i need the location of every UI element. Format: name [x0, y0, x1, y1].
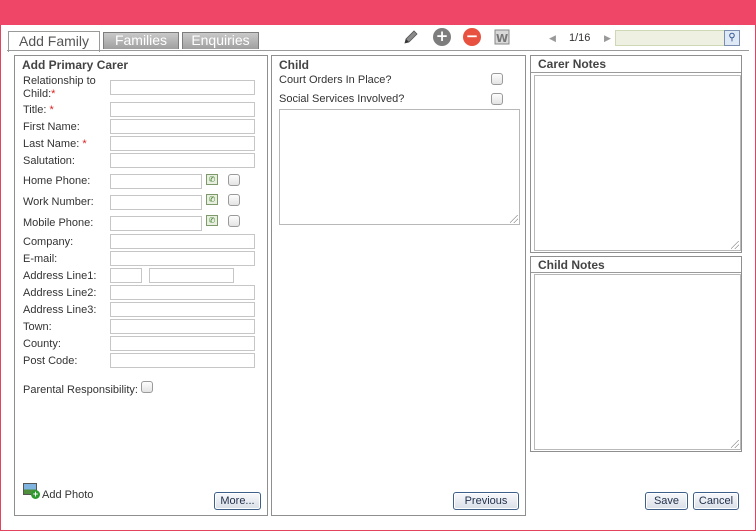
- company-label: Company:: [23, 236, 74, 248]
- title-field[interactable]: [110, 102, 255, 117]
- address-line1-number-field[interactable]: [110, 268, 142, 283]
- divider: [531, 272, 741, 273]
- address-line2-field[interactable]: [110, 285, 255, 300]
- search-input[interactable]: [615, 30, 725, 46]
- address-line2-label: Address Line2:: [23, 287, 97, 299]
- county-field[interactable]: [110, 336, 255, 351]
- salutation-label: Salutation:: [23, 155, 75, 167]
- svg-text:W: W: [496, 32, 508, 45]
- work-number-field[interactable]: [110, 195, 202, 210]
- title-bar: [0, 0, 756, 25]
- tab-enquiries[interactable]: Enquiries: [182, 32, 259, 49]
- salutation-field[interactable]: [110, 153, 255, 168]
- social-services-checkbox[interactable]: [491, 93, 503, 105]
- first-name-label: First Name:: [23, 121, 80, 133]
- last-name-field[interactable]: [110, 136, 255, 151]
- save-button[interactable]: Save: [645, 492, 688, 510]
- address-line3-label: Address Line3:: [23, 304, 97, 316]
- first-name-field[interactable]: [110, 119, 255, 134]
- word-document-icon[interactable]: W: [492, 27, 512, 47]
- plus-circle-icon[interactable]: +: [432, 27, 452, 47]
- town-label: Town:: [23, 321, 52, 333]
- more-button[interactable]: More...: [214, 492, 261, 510]
- parental-responsibility-checkbox[interactable]: [141, 381, 153, 393]
- work-number-checkbox[interactable]: [228, 194, 240, 206]
- post-code-field[interactable]: [110, 353, 255, 368]
- email-label: E-mail:: [23, 253, 58, 265]
- home-phone-field[interactable]: [110, 174, 202, 189]
- add-photo-link[interactable]: Add Photo: [42, 489, 93, 501]
- email-field[interactable]: [110, 251, 255, 266]
- carer-notes-textarea[interactable]: [534, 75, 741, 251]
- mobile-phone-field[interactable]: [110, 216, 202, 231]
- home-phone-label: Home Phone:: [23, 175, 91, 187]
- tab-add-family[interactable]: Add Family: [8, 31, 100, 52]
- child-notes-field[interactable]: [534, 274, 741, 450]
- resize-grip[interactable]: [510, 215, 518, 223]
- town-field[interactable]: [110, 319, 255, 334]
- child-notes-textarea[interactable]: [279, 109, 520, 225]
- pencil-icon[interactable]: [401, 27, 421, 47]
- next-record-icon[interactable]: ▶: [604, 33, 611, 44]
- resize-grip[interactable]: [731, 241, 739, 249]
- tab-families[interactable]: Families: [103, 32, 179, 49]
- record-pager: 1/16: [569, 32, 591, 44]
- parental-responsibility-label: Parental Responsibility:: [23, 384, 138, 396]
- search-icon[interactable]: ⚲: [724, 30, 740, 46]
- address-line3-field[interactable]: [110, 302, 255, 317]
- resize-grip[interactable]: [731, 440, 739, 448]
- child-title: Child: [279, 58, 309, 72]
- court-orders-checkbox[interactable]: [491, 73, 503, 85]
- company-field[interactable]: [110, 234, 255, 249]
- minus-circle-icon[interactable]: −: [462, 27, 482, 47]
- previous-record-icon[interactable]: ◀: [549, 33, 556, 44]
- work-number-label: Work Number:: [23, 196, 94, 208]
- county-label: County:: [23, 338, 61, 350]
- phone-icon[interactable]: ✆: [206, 215, 218, 226]
- court-orders-label: Court Orders In Place?: [279, 74, 392, 86]
- child-notes-title: Child Notes: [538, 258, 605, 272]
- address-line1-field[interactable]: [149, 268, 234, 283]
- relationship-field[interactable]: [110, 80, 255, 95]
- previous-button[interactable]: Previous: [453, 492, 519, 510]
- social-services-label: Social Services Involved?: [279, 93, 405, 105]
- home-phone-checkbox[interactable]: [228, 174, 240, 186]
- relationship-label: Relationship to Child:*: [23, 75, 96, 100]
- mobile-phone-checkbox[interactable]: [228, 215, 240, 227]
- title-label: Title: *: [23, 104, 54, 116]
- cancel-button[interactable]: Cancel: [693, 492, 739, 510]
- last-name-label: Last Name: *: [23, 138, 87, 150]
- tab-divider: [7, 50, 749, 51]
- phone-icon[interactable]: ✆: [206, 194, 218, 205]
- add-icon: +: [31, 489, 40, 499]
- post-code-label: Post Code:: [23, 355, 78, 367]
- carer-notes-title: Carer Notes: [538, 57, 607, 71]
- divider: [531, 72, 741, 73]
- address-line1-label: Address Line1:: [23, 270, 97, 282]
- primary-carer-title: Add Primary Carer: [22, 58, 129, 72]
- phone-icon[interactable]: ✆: [206, 174, 218, 185]
- mobile-phone-label: Mobile Phone:: [23, 217, 94, 229]
